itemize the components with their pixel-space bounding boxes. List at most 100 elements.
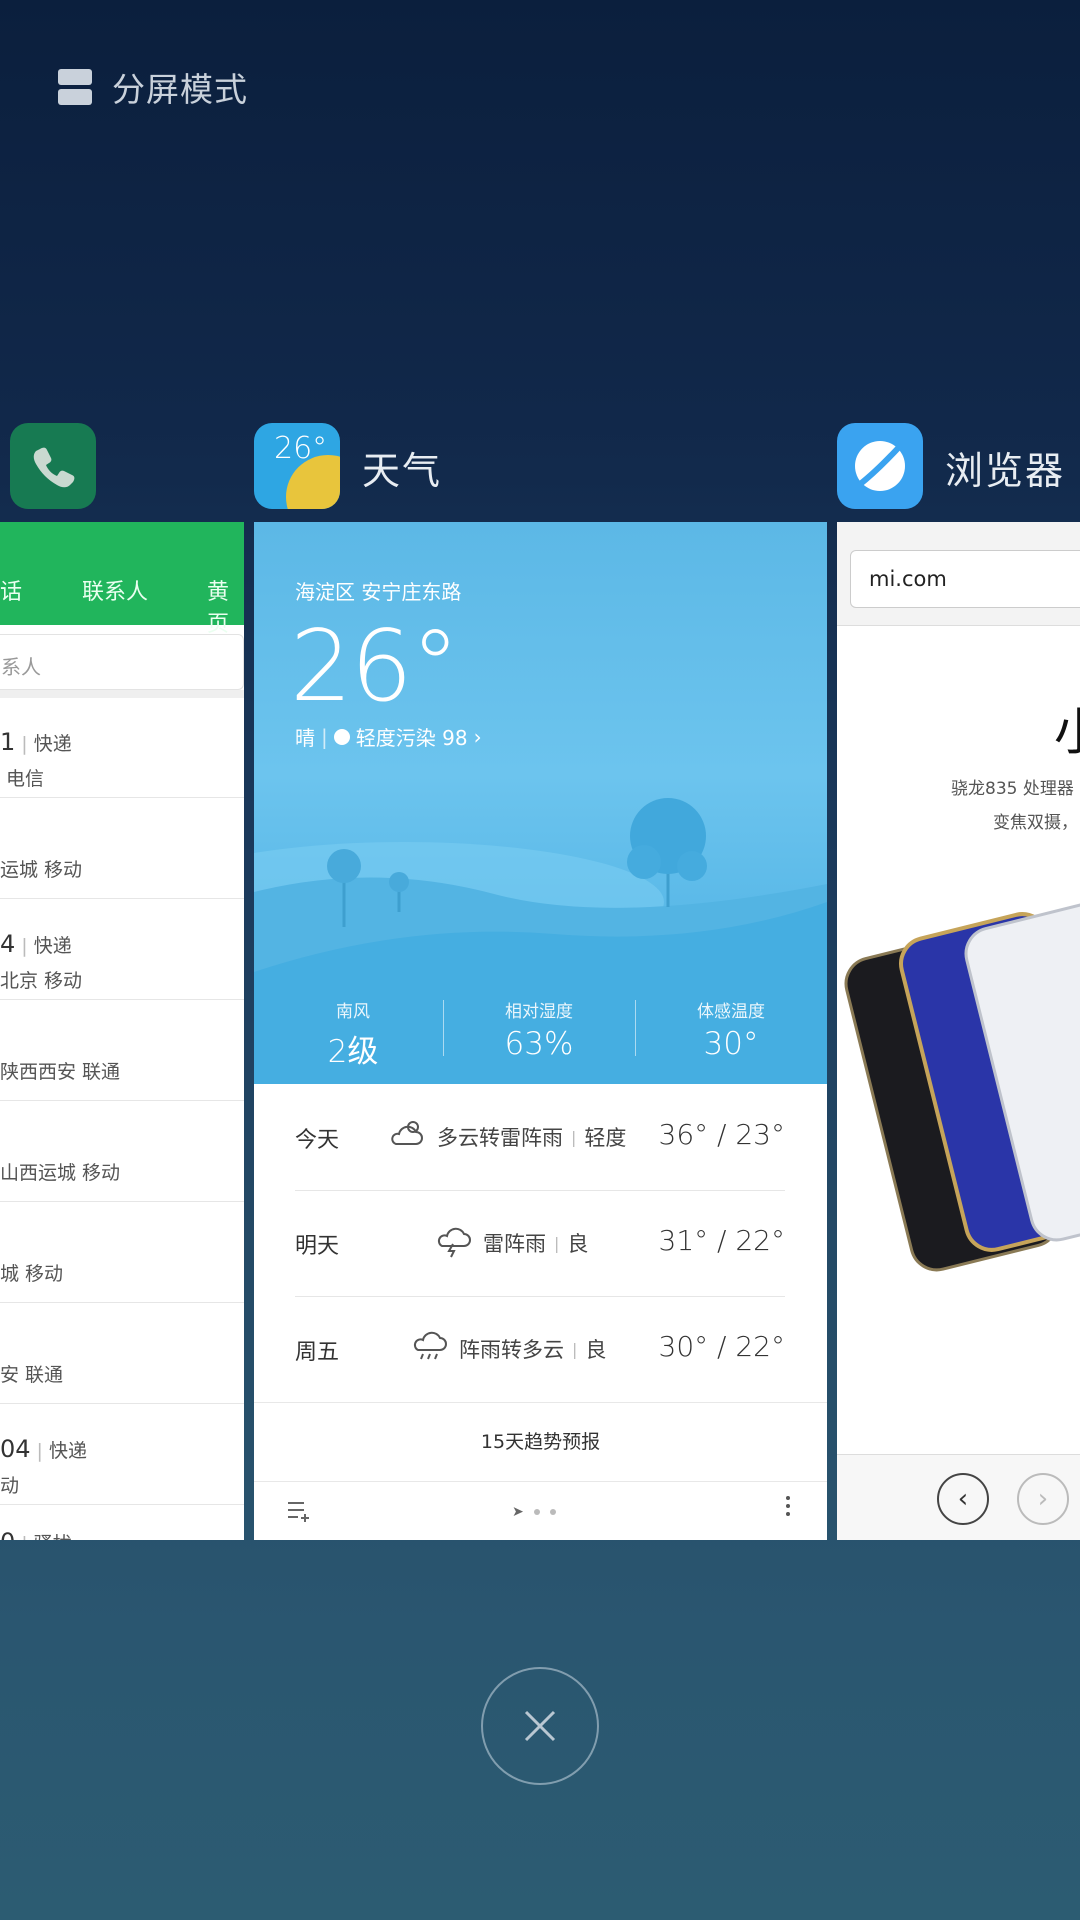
call-number: 04 bbox=[0, 1435, 31, 1463]
call-location: 山西运城 移动 bbox=[0, 1162, 121, 1184]
url-input[interactable]: mi.com bbox=[850, 550, 1080, 608]
forecast-temps: 30° / 22° bbox=[658, 1330, 786, 1363]
forward-button[interactable]: › bbox=[1017, 1473, 1069, 1525]
metric-label: 相对湿度 bbox=[505, 1002, 573, 1022]
chevron-left-icon: ‹ bbox=[957, 1484, 969, 1514]
thunderstorm-icon bbox=[437, 1227, 471, 1258]
partly-cloudy-icon bbox=[391, 1121, 423, 1145]
pollution-text: 轻度污染 98 bbox=[355, 726, 468, 750]
forecast-day: 明天 bbox=[295, 1234, 340, 1259]
forecast-desc: 多云转雷阵雨 bbox=[437, 1126, 563, 1150]
clear-all-button[interactable] bbox=[481, 1667, 599, 1785]
call-location: 电信 bbox=[6, 768, 45, 790]
phone-tab-bar: 话 联系人 黄页 bbox=[0, 522, 244, 637]
metric-value: 30° bbox=[703, 1026, 759, 1062]
weather-condition[interactable]: 晴 | 轻度污染 98 › bbox=[295, 722, 482, 751]
metric-divider bbox=[443, 1000, 444, 1056]
forecast-desc: 阵雨转多云 bbox=[459, 1338, 564, 1362]
weather-app-icon[interactable]: 26° bbox=[254, 423, 340, 509]
current-temperature: 26° bbox=[290, 610, 460, 724]
weather-header: 海淀区 安宁庄东路 26° 晴 | 轻度污染 98 › 南风 2级 相对湿度 6… bbox=[254, 522, 827, 1084]
forecast-aqi: 良 bbox=[567, 1232, 589, 1256]
contact-search-input[interactable]: 系人 bbox=[0, 634, 244, 690]
metric-divider bbox=[635, 1000, 636, 1056]
call-log-row[interactable]: 城 移动 bbox=[0, 1203, 244, 1303]
forecast-row-today[interactable]: 今天 多云转雷阵雨 | 轻度 36° / 23° bbox=[295, 1084, 785, 1190]
trend-forecast-button[interactable]: 15天趋势预报 bbox=[254, 1402, 827, 1482]
metric-value: 2级 bbox=[327, 1034, 379, 1070]
call-log-row[interactable]: 运城 移动 bbox=[0, 799, 244, 899]
browser-recent-card[interactable]: mi.com 小 骁龙835 处理器 变焦双摄， ‹ › bbox=[837, 522, 1080, 1540]
forecast-aqi: 良 bbox=[585, 1338, 607, 1362]
metric-label: 体感温度 bbox=[697, 1002, 765, 1022]
pollution-icon bbox=[333, 728, 350, 745]
address-bar: mi.com bbox=[837, 522, 1080, 626]
call-location: 城 移动 bbox=[0, 1263, 64, 1285]
weather-recent-card[interactable]: 海淀区 安宁庄东路 26° 晴 | 轻度污染 98 › 南风 2级 相对湿度 6… bbox=[254, 522, 827, 1540]
wind-metric: 南风 2级 bbox=[278, 997, 428, 1071]
forecast-day: 周五 bbox=[295, 1340, 340, 1365]
call-tag: 快递 bbox=[33, 935, 72, 957]
page-heading: 小 bbox=[1054, 703, 1080, 761]
call-log-row[interactable]: 0|骚扰 bbox=[0, 1506, 244, 1540]
chevron-right-icon: › bbox=[473, 724, 482, 749]
call-location: 安 联通 bbox=[0, 1364, 64, 1386]
call-number: 1 bbox=[0, 728, 16, 756]
weather-bottom-bar: ➤ bbox=[254, 1482, 827, 1540]
call-log-row[interactable]: 陕西西安 联通 bbox=[0, 1001, 244, 1101]
phone-product-image bbox=[844, 902, 1080, 1272]
browser-icon bbox=[855, 441, 905, 491]
back-button[interactable]: ‹ bbox=[937, 1473, 989, 1525]
call-location: 北京 移动 bbox=[0, 970, 83, 992]
forecast-temps: 36° / 23° bbox=[658, 1118, 786, 1151]
feels-like-metric: 体感温度 30° bbox=[656, 997, 806, 1062]
url-text: mi.com bbox=[869, 567, 947, 591]
weather-location: 海淀区 安宁庄东路 bbox=[295, 580, 462, 604]
call-tag: 快递 bbox=[48, 1440, 87, 1462]
call-location: 运城 移动 bbox=[0, 859, 83, 881]
forecast-day: 今天 bbox=[295, 1128, 340, 1153]
shower-icon bbox=[413, 1331, 447, 1360]
browser-app-name: 浏览器 bbox=[945, 449, 1066, 493]
metric-label: 南风 bbox=[336, 1002, 370, 1022]
search-placeholder: 系人 bbox=[1, 655, 41, 679]
forecast-row-friday[interactable]: 周五 阵雨转多云 | 良 30° / 22° bbox=[295, 1296, 785, 1402]
call-log-row[interactable]: 04 | 快递 动 bbox=[0, 1405, 244, 1505]
phone-recent-card[interactable]: 话 联系人 黄页 系人 1 | 快递 电信 运城 移动 4 | 快递 北京 移动 陕西西… bbox=[0, 522, 244, 1540]
call-log-row[interactable]: 4 | 快递 北京 移动 bbox=[0, 900, 244, 1000]
browser-nav-bar: ‹ › bbox=[837, 1454, 1080, 1540]
call-location: 陕西西安 联通 bbox=[0, 1061, 121, 1083]
page-text: 变焦双摄， bbox=[993, 813, 1078, 833]
location-arrow-icon: ➤ bbox=[512, 1504, 524, 1520]
page-dot bbox=[533, 1509, 540, 1515]
metric-value: 63% bbox=[504, 1026, 574, 1062]
divider bbox=[0, 690, 244, 698]
call-number: 0 bbox=[0, 1528, 15, 1540]
close-icon bbox=[524, 1710, 556, 1742]
forecast-row-tomorrow[interactable]: 明天 雷阵雨 | 良 31° / 22° bbox=[295, 1190, 785, 1296]
more-icon[interactable] bbox=[786, 1496, 792, 1516]
split-screen-icon bbox=[58, 69, 92, 105]
page-text: 骁龙835 处理器 bbox=[951, 779, 1074, 799]
split-screen-button[interactable]: 分屏模式 bbox=[58, 62, 248, 112]
forecast-temps: 31° / 22° bbox=[658, 1224, 786, 1257]
phone-icon bbox=[33, 447, 75, 488]
weather-app-name: 天气 bbox=[362, 449, 443, 493]
tab-yellow-pages[interactable]: 黄页 bbox=[207, 574, 244, 638]
browser-app-icon[interactable] bbox=[837, 423, 923, 509]
call-log-row[interactable]: 安 联通 bbox=[0, 1304, 244, 1404]
call-location: 动 bbox=[0, 1475, 20, 1497]
phone-app-icon[interactable] bbox=[10, 423, 96, 509]
city-list-icon[interactable] bbox=[286, 1498, 312, 1524]
weather-icon-temp: 26° bbox=[274, 431, 328, 466]
tab-contacts[interactable]: 联系人 bbox=[82, 574, 148, 606]
forecast-desc: 雷阵雨 bbox=[483, 1232, 546, 1256]
call-log-row[interactable]: 1 | 快递 电信 bbox=[0, 698, 244, 798]
humidity-metric: 相对湿度 63% bbox=[464, 997, 614, 1062]
call-log-row[interactable]: 山西运城 移动 bbox=[0, 1102, 244, 1202]
tab-calls[interactable]: 话 bbox=[0, 574, 22, 606]
chevron-right-icon: › bbox=[1037, 1484, 1049, 1514]
forecast-aqi: 轻度 bbox=[584, 1126, 627, 1150]
call-number: 4 bbox=[0, 930, 16, 958]
split-screen-label: 分屏模式 bbox=[112, 70, 248, 109]
